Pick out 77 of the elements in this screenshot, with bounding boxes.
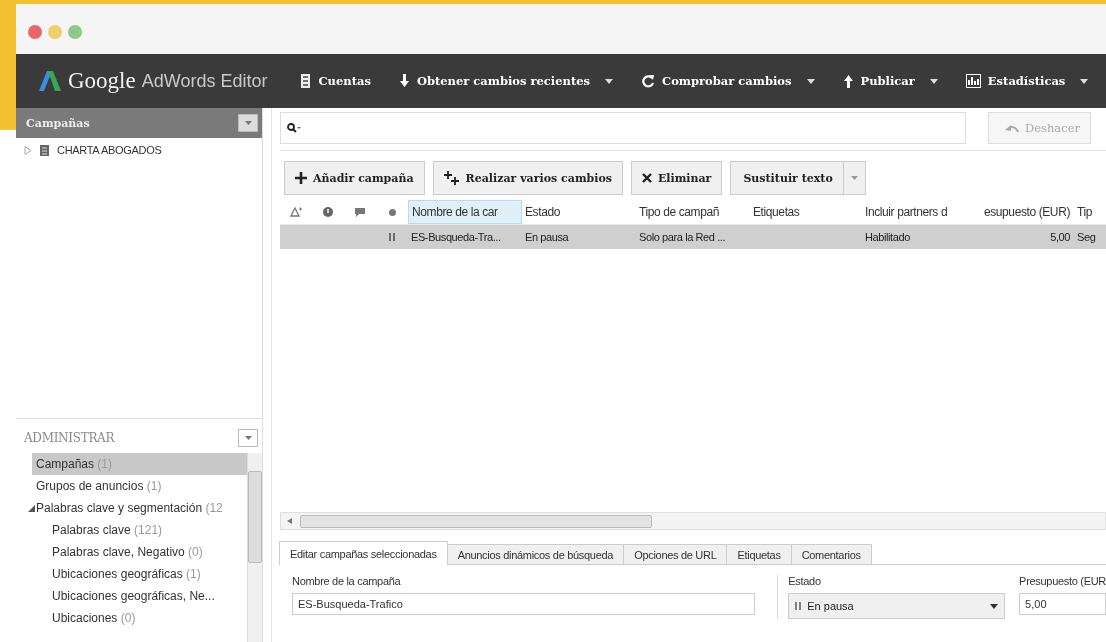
table-row[interactable]: ES-Busqueda-Tra... En pausa Solo para la Red ... Habilitado 5,00 Seg <box>280 225 1106 249</box>
input-field[interactable]: 5,00 <box>1019 593 1106 615</box>
input-field[interactable]: ES-Busqueda-Trafico <box>292 593 756 615</box>
table-cell-text: Habilitado <box>864 231 911 243</box>
toolbar-button[interactable]: Cuentas <box>285 74 384 88</box>
status-icon <box>388 208 396 216</box>
toolbar-button[interactable]: Publicar <box>827 74 951 88</box>
list-item[interactable]: Palabras clave (121) <box>24 519 247 541</box>
search-icon <box>287 123 301 133</box>
minimize-icon[interactable] <box>48 25 62 39</box>
toolbar-button[interactable]: Obtener cambios recientes <box>383 74 626 88</box>
search-field[interactable] <box>280 112 966 144</box>
caret-icon <box>850 176 858 180</box>
status-select[interactable]: En pausa <box>788 593 1006 619</box>
warning-icon <box>290 207 302 217</box>
product-name: AdWords Editor <box>141 70 268 92</box>
caret-icon <box>244 436 252 440</box>
field-label: Presupuesto (EUR <box>1019 575 1106 587</box>
column-header[interactable]: Etiquetas <box>750 200 862 224</box>
brand-name: Google <box>68 68 136 94</box>
list-item[interactable]: Ubicaciones geográficas (1) <box>24 563 247 585</box>
undo-icon <box>1005 123 1019 133</box>
download-arrow-icon <box>398 74 410 88</box>
table-cell-text: En pausa <box>524 231 570 243</box>
column-header[interactable]: Estado <box>522 200 636 224</box>
tab[interactable]: Anuncios dinámicos de búsqueda <box>446 544 625 564</box>
tree-item[interactable]: CHARTA ABOGADOS <box>16 138 262 162</box>
expander-icon[interactable] <box>28 504 35 512</box>
tab[interactable]: Etiquetas <box>726 544 792 564</box>
table-cell-text: Seg <box>1076 231 1097 243</box>
pause-icon <box>795 602 802 610</box>
tab[interactable]: Editar campañas seleccionadas <box>279 541 448 565</box>
section-title: ADMINISTRAR <box>24 431 115 445</box>
scrollbar[interactable] <box>280 512 1106 530</box>
action-button[interactable]: Realizar varios cambios <box>432 161 623 195</box>
delete-icon <box>641 173 652 183</box>
column-header[interactable]: Incluir partners d <box>862 200 972 224</box>
dropdown-button[interactable] <box>238 114 258 132</box>
account-icon <box>40 144 49 156</box>
action-button[interactable]: Eliminar <box>630 161 723 195</box>
action-button[interactable]: Añadir campaña <box>284 161 425 195</box>
maximize-icon[interactable] <box>68 25 82 39</box>
caret-icon <box>990 603 999 609</box>
column-header[interactable]: Tip <box>1074 200 1106 224</box>
left-arrow-icon[interactable] <box>287 518 292 524</box>
toolbar-button[interactable]: Estadísticas <box>950 74 1102 88</box>
replace-text-button[interactable]: Sustituir texto <box>730 161 866 195</box>
logo-icon <box>38 69 62 93</box>
caret-icon <box>244 121 252 125</box>
toolbar-button[interactable]: Comprobar cambios <box>626 74 828 88</box>
scrollbar[interactable] <box>247 453 262 642</box>
tab[interactable]: Opciones de URL <box>623 544 728 564</box>
refresh-icon <box>641 74 655 88</box>
error-icon <box>323 207 333 217</box>
column-header[interactable]: esupuesto (EUR) <box>972 200 1074 224</box>
field-label: Nombre de la campaña <box>292 575 402 587</box>
field-label: Estado <box>788 575 822 587</box>
book-icon <box>300 74 312 88</box>
column-header[interactable]: Nombre de la car <box>408 200 522 224</box>
table-cell-text: 5,00 <box>1049 231 1071 243</box>
list-item[interactable]: Ubicaciones (0) <box>24 607 247 629</box>
comment-icon <box>355 207 365 217</box>
tab[interactable]: Comentarios <box>790 544 872 564</box>
panel-title: Campañas <box>26 116 90 130</box>
list-item[interactable]: Grupos de anuncios (1) <box>24 475 247 497</box>
dropdown-button[interactable] <box>238 429 258 447</box>
list-item[interactable]: Palabras clave y segmentación (12 <box>24 497 247 519</box>
table-cell-text: ES-Busqueda-Tra... <box>410 231 502 243</box>
double-plus-icon <box>443 171 460 185</box>
list-item[interactable]: Ubicaciones geográficas, Ne... <box>24 585 247 607</box>
upload-arrow-icon <box>842 74 854 88</box>
close-icon[interactable] <box>28 25 42 39</box>
list-item[interactable]: Palabras clave, Negativo (0) <box>24 541 247 563</box>
column-header[interactable]: Tipo de campañ <box>636 200 750 224</box>
bar-chart-icon <box>965 74 981 88</box>
table-cell-text: Solo para la Red ... <box>638 231 727 243</box>
plus-icon <box>295 172 307 184</box>
